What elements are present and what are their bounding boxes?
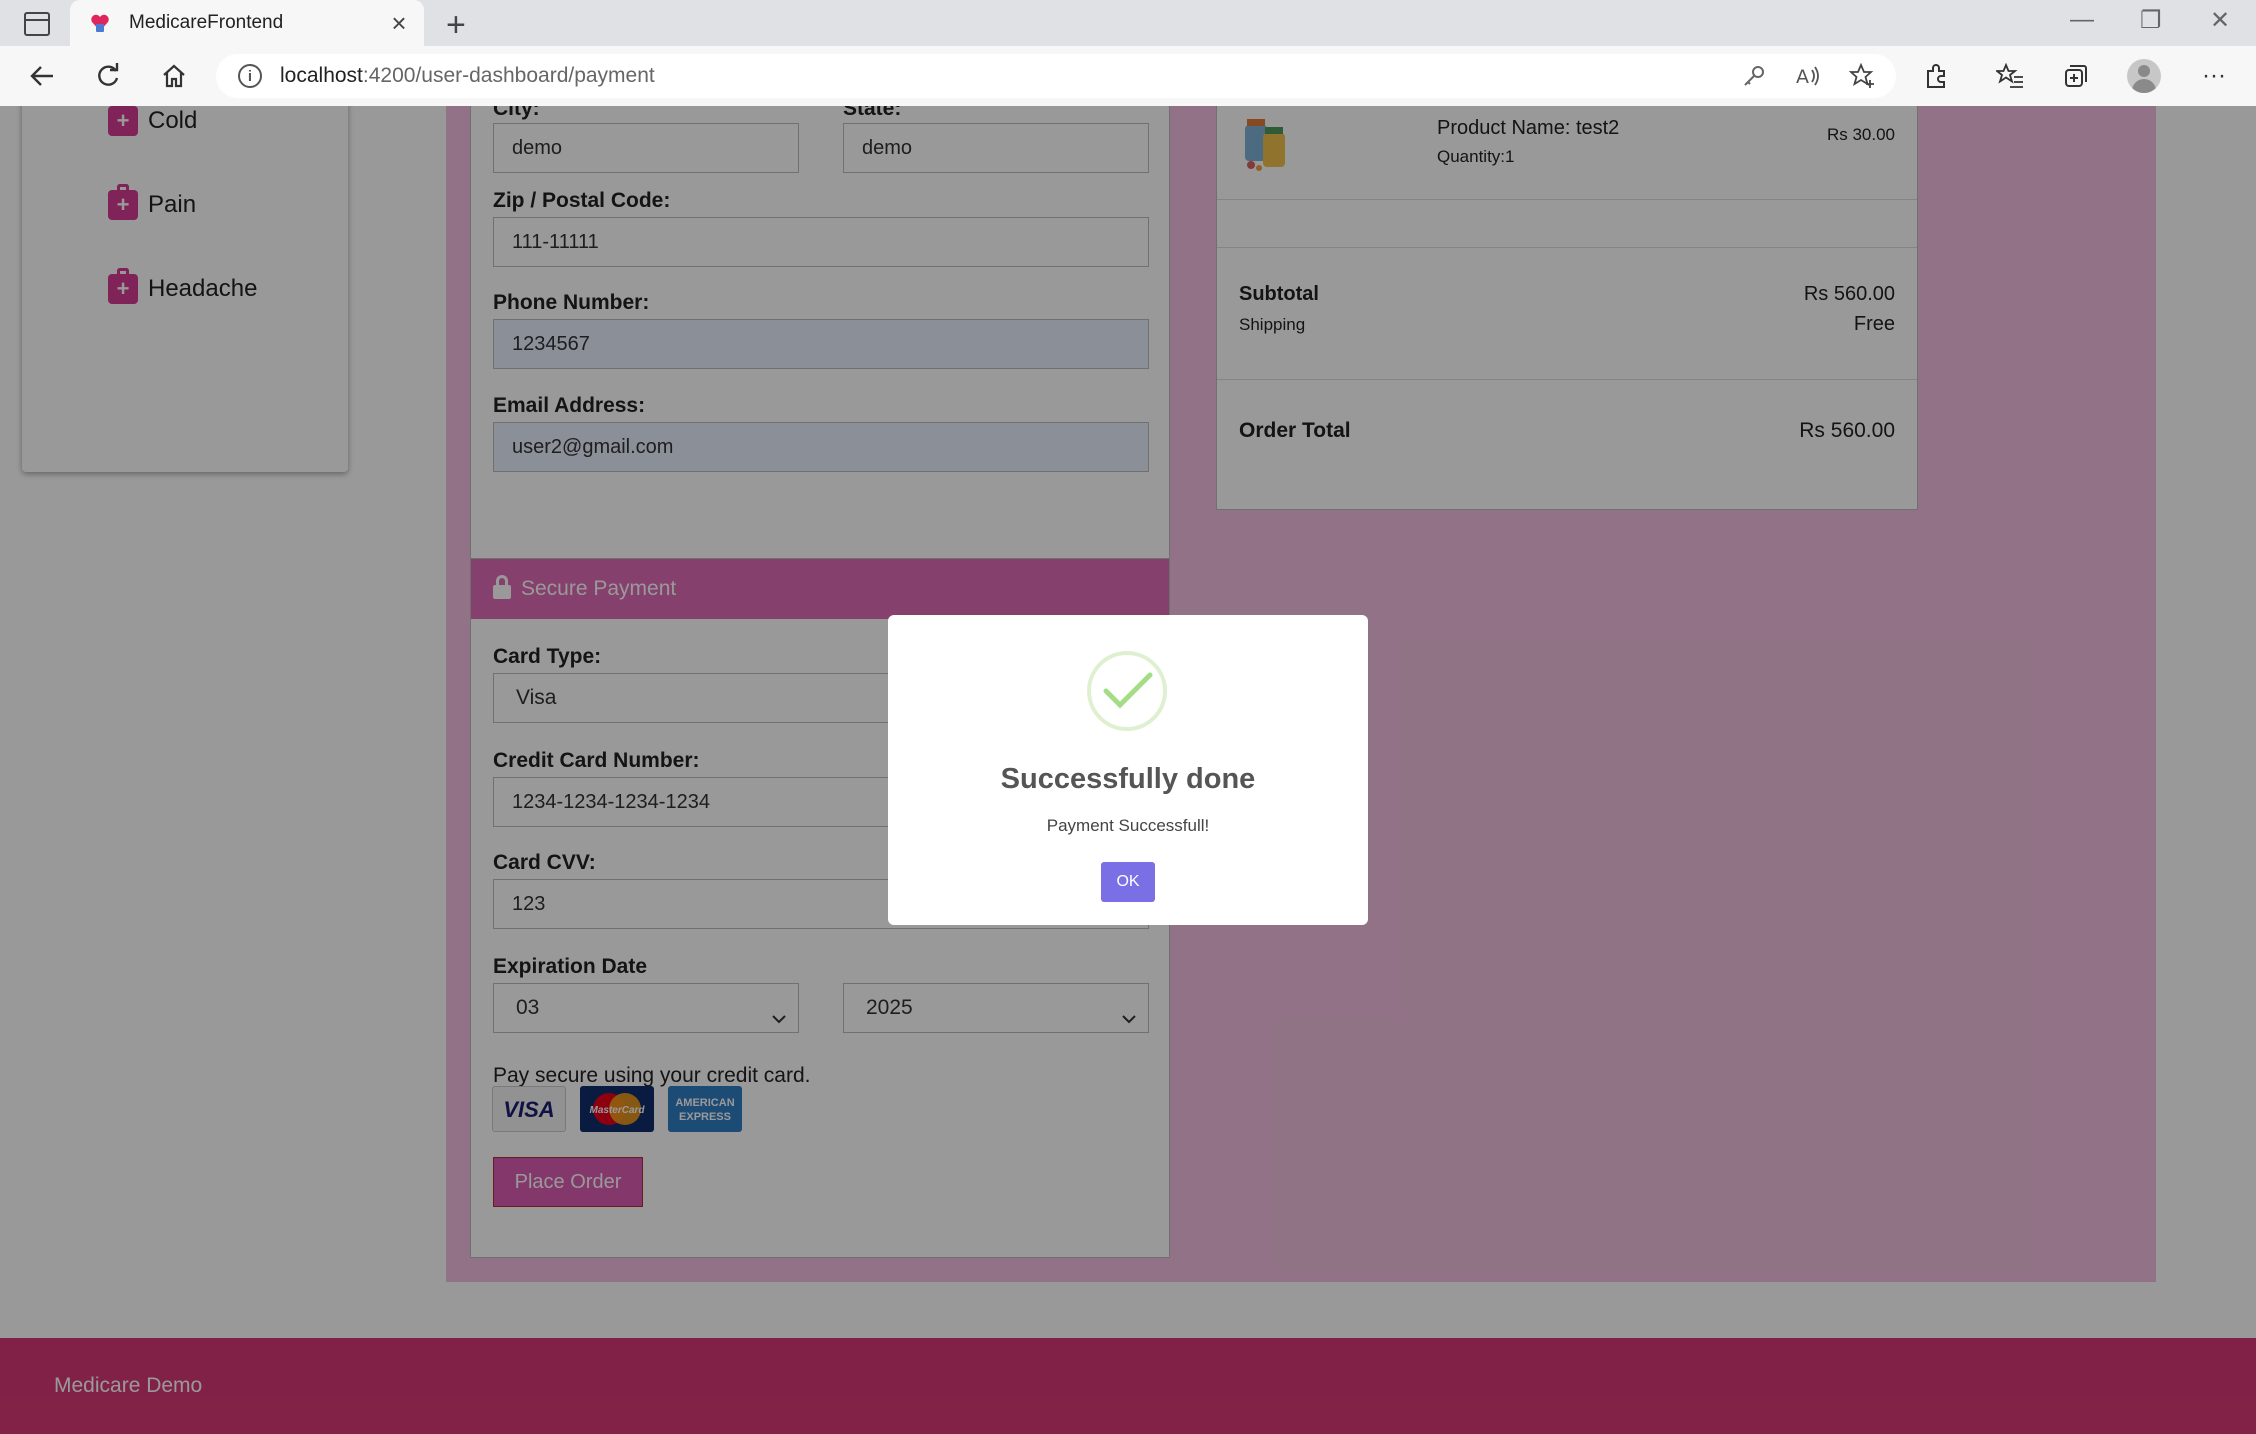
dialog-title: Successfully done — [1000, 763, 1256, 795]
success-dialog: Successfully done Payment Successfull! O… — [888, 615, 1368, 925]
settings-more-icon[interactable]: ··· — [2194, 56, 2234, 96]
close-window-icon[interactable]: ✕ — [2210, 6, 2230, 35]
svg-text:A: A — [1796, 66, 1809, 88]
site-info-icon[interactable]: i — [238, 64, 262, 88]
tab-actions-icon[interactable] — [24, 12, 50, 36]
restore-icon[interactable]: ❐ — [2140, 6, 2162, 35]
url-text: localhost:4200/user-dashboard/payment — [280, 64, 655, 87]
collections-icon[interactable] — [2056, 56, 2096, 96]
browser-tab-strip: MedicareFrontend × + — ❐ ✕ — [0, 0, 2256, 46]
back-icon[interactable] — [22, 56, 62, 96]
key-icon[interactable] — [1738, 60, 1770, 92]
home-icon[interactable] — [154, 56, 194, 96]
read-aloud-icon[interactable]: A — [1792, 60, 1824, 92]
refresh-icon[interactable] — [88, 56, 128, 96]
tab-close-icon[interactable]: × — [384, 8, 414, 39]
checkmark-icon — [1103, 672, 1153, 709]
extensions-icon[interactable] — [1916, 56, 1956, 96]
avatar — [2127, 59, 2161, 93]
page-viewport: Cold Pain Headache City: State: demo dem… — [0, 106, 2256, 1434]
address-bar[interactable]: i localhost:4200/user-dashboard/payment … — [216, 54, 1896, 98]
minimize-icon[interactable]: — — [2070, 6, 2094, 34]
ok-button[interactable]: OK — [1101, 862, 1155, 902]
profile-icon[interactable] — [2124, 56, 2164, 96]
heart-favicon-icon — [87, 10, 113, 36]
tab-title: MedicareFrontend — [129, 12, 284, 33]
dialog-message: Payment Successfull! — [1046, 816, 1210, 835]
add-favorite-icon[interactable] — [1846, 60, 1878, 92]
favorites-icon[interactable] — [1990, 56, 2030, 96]
new-tab-button[interactable]: + — [446, 6, 466, 45]
browser-toolbar: i localhost:4200/user-dashboard/payment … — [0, 46, 2256, 107]
browser-tab[interactable]: MedicareFrontend × — [70, 0, 424, 46]
